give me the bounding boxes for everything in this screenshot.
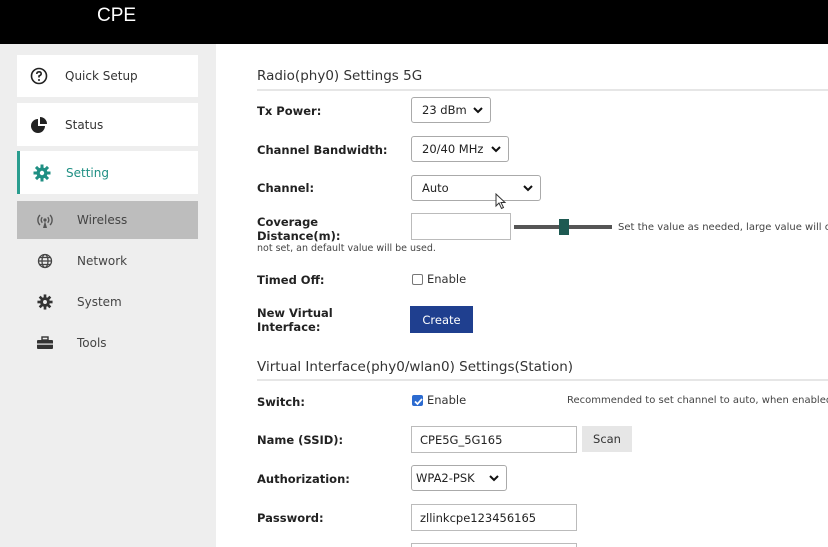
channel-bandwidth-select[interactable]: 20/40 MHz xyxy=(411,136,509,162)
coverage-distance-label: Coverage Distance(m): xyxy=(257,215,341,243)
new-vif-label-line1: New Virtual xyxy=(257,306,333,320)
next-field-partial[interactable] xyxy=(411,543,577,547)
coverage-distance-input[interactable] xyxy=(411,213,511,240)
radio-section-title: Radio(phy0) Settings 5G xyxy=(257,68,423,84)
coverage-label-line2: Distance(m): xyxy=(257,229,341,243)
toolbox-icon xyxy=(36,334,54,352)
subnav-label: Tools xyxy=(77,336,107,350)
tx-power-label: Tx Power: xyxy=(257,104,322,118)
ssid-label: Name (SSID): xyxy=(257,433,344,447)
gear-icon xyxy=(32,163,52,183)
section-divider xyxy=(257,89,828,91)
channel-select[interactable]: Auto xyxy=(411,175,541,201)
top-bar: CPE xyxy=(0,0,828,44)
new-virtual-interface-label: New Virtual Interface: xyxy=(257,306,333,334)
subnav-label: Network xyxy=(77,254,128,268)
timed-off-enable-label: Enable xyxy=(427,272,467,286)
tx-power-select[interactable]: 23 dBm xyxy=(411,97,491,123)
subnav-tools[interactable]: Tools xyxy=(17,324,198,362)
nav-quick-setup[interactable]: Quick Setup xyxy=(17,55,198,97)
chevron-down-icon xyxy=(491,146,501,153)
nav-label: Setting xyxy=(66,165,109,180)
nav-setting[interactable]: Setting xyxy=(17,151,198,194)
authorization-label: Authorization: xyxy=(257,472,350,486)
channel-bandwidth-label: Channel Bandwidth: xyxy=(257,143,388,157)
channel-label: Channel: xyxy=(257,181,315,195)
subnav-label: System xyxy=(77,295,122,309)
chevron-down-icon xyxy=(473,107,483,114)
mouse-pointer-icon xyxy=(495,192,507,214)
checkmark-icon xyxy=(414,398,423,406)
password-input[interactable] xyxy=(411,504,577,531)
create-button[interactable]: Create xyxy=(410,306,473,333)
subnav-system[interactable]: System xyxy=(17,283,198,321)
scan-button[interactable]: Scan xyxy=(582,426,632,452)
switch-enable-label: Enable xyxy=(427,393,467,407)
coverage-hint: Set the value as needed, large value wil… xyxy=(618,222,828,233)
nav-label: Quick Setup xyxy=(65,69,138,83)
nav-status[interactable]: Status xyxy=(17,103,198,146)
subnav-label: Wireless xyxy=(77,213,128,227)
authorization-select[interactable]: WPA2-PSK xyxy=(411,465,507,491)
pie-chart-icon xyxy=(29,115,49,135)
gear-icon xyxy=(36,293,54,311)
tx-power-value: 23 dBm xyxy=(422,103,467,117)
help-circle-icon xyxy=(29,66,49,86)
brand-title: CPE xyxy=(97,5,137,26)
channel-bandwidth-value: 20/40 MHz xyxy=(422,142,484,156)
nav-label: Status xyxy=(65,117,104,132)
globe-icon xyxy=(36,252,54,270)
coverage-slider-handle[interactable] xyxy=(559,219,569,235)
coverage-hint-below: not set, an default value will be used. xyxy=(257,243,436,254)
sidebar: Quick Setup Status Setting Wireless Netw… xyxy=(0,44,216,547)
main-content: Radio(phy0) Settings 5G Tx Power: 23 dBm… xyxy=(216,44,828,547)
subnav-network[interactable]: Network xyxy=(17,242,198,280)
timed-off-checkbox[interactable] xyxy=(412,274,423,285)
switch-note: Recommended to set channel to auto, when… xyxy=(567,395,828,406)
authorization-value: WPA2-PSK xyxy=(416,471,475,485)
switch-enable-checkbox[interactable] xyxy=(412,395,423,406)
new-vif-label-line2: Interface: xyxy=(257,320,321,334)
coverage-label-line1: Coverage xyxy=(257,215,319,229)
timed-off-label: Timed Off: xyxy=(257,273,325,287)
password-label: Password: xyxy=(257,511,324,525)
section-divider xyxy=(257,379,828,381)
channel-value: Auto xyxy=(422,181,449,195)
chevron-down-icon xyxy=(523,185,533,192)
switch-label: Switch: xyxy=(257,395,305,409)
subnav-wireless[interactable]: Wireless xyxy=(17,201,198,239)
antenna-icon xyxy=(36,211,54,229)
vif-section-title: Virtual Interface(phy0/wlan0) Settings(S… xyxy=(257,359,574,375)
ssid-input[interactable] xyxy=(411,426,577,453)
chevron-down-icon xyxy=(489,475,499,482)
